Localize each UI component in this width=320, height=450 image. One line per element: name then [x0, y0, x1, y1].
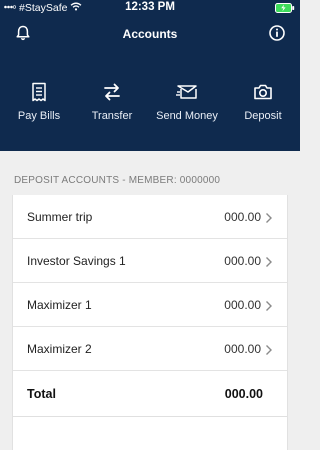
info-icon[interactable]	[268, 24, 286, 42]
account-row[interactable]: Maximizer 1 000.00	[13, 283, 287, 327]
send-money-button[interactable]: Send Money	[152, 82, 222, 122]
deposit-label: Deposit	[244, 110, 282, 122]
title-row: Accounts	[0, 22, 300, 46]
deposit-button[interactable]: Deposit	[228, 82, 298, 122]
account-name: Maximizer 2	[27, 342, 92, 356]
section-label: DEPOSIT ACCOUNTS - MEMBER: 0000000	[14, 175, 221, 186]
chevron-right-icon	[265, 343, 273, 355]
battery-icon	[275, 3, 295, 16]
header: #StaySafe 12:33 PM Accounts Pay Bills Tr…	[0, 0, 300, 151]
chevron-right-icon	[265, 255, 273, 267]
pay-bills-button[interactable]: Pay Bills	[4, 82, 74, 122]
camera-icon	[228, 82, 298, 102]
accounts-list: Summer trip 000.00 Investor Savings 1 00…	[12, 195, 288, 450]
transfer-arrows-icon	[77, 82, 147, 102]
page-title: Accounts	[122, 27, 178, 41]
total-label: Total	[27, 387, 56, 401]
status-time: 12:33 PM	[125, 1, 175, 13]
pay-bills-label: Pay Bills	[17, 110, 61, 122]
account-amount: 000.00	[224, 210, 261, 224]
chevron-right-icon	[265, 211, 273, 223]
send-money-label: Send Money	[156, 110, 218, 122]
account-amount: 000.00	[224, 254, 261, 268]
total-row: Total 000.00	[13, 381, 287, 417]
account-name: Investor Savings 1	[27, 254, 126, 268]
account-amount: 000.00	[224, 342, 261, 356]
account-row[interactable]: Summer trip 000.00	[13, 195, 287, 239]
status-bar: #StaySafe 12:33 PM	[0, 0, 300, 16]
account-row[interactable]: Maximizer 2 000.00	[13, 327, 287, 371]
receipt-icon	[4, 82, 74, 102]
account-name: Summer trip	[27, 210, 93, 224]
account-row[interactable]: Investor Savings 1 000.00	[13, 239, 287, 283]
account-name: Maximizer 1	[27, 298, 92, 312]
send-money-icon	[152, 82, 222, 102]
transfer-label: Transfer	[91, 110, 133, 122]
total-amount: 000.00	[224, 387, 263, 401]
chevron-right-icon	[265, 299, 273, 311]
account-amount: 000.00	[224, 298, 261, 312]
quick-actions: Pay Bills Transfer Send Money Deposit	[0, 82, 300, 126]
transfer-button[interactable]: Transfer	[77, 82, 147, 122]
